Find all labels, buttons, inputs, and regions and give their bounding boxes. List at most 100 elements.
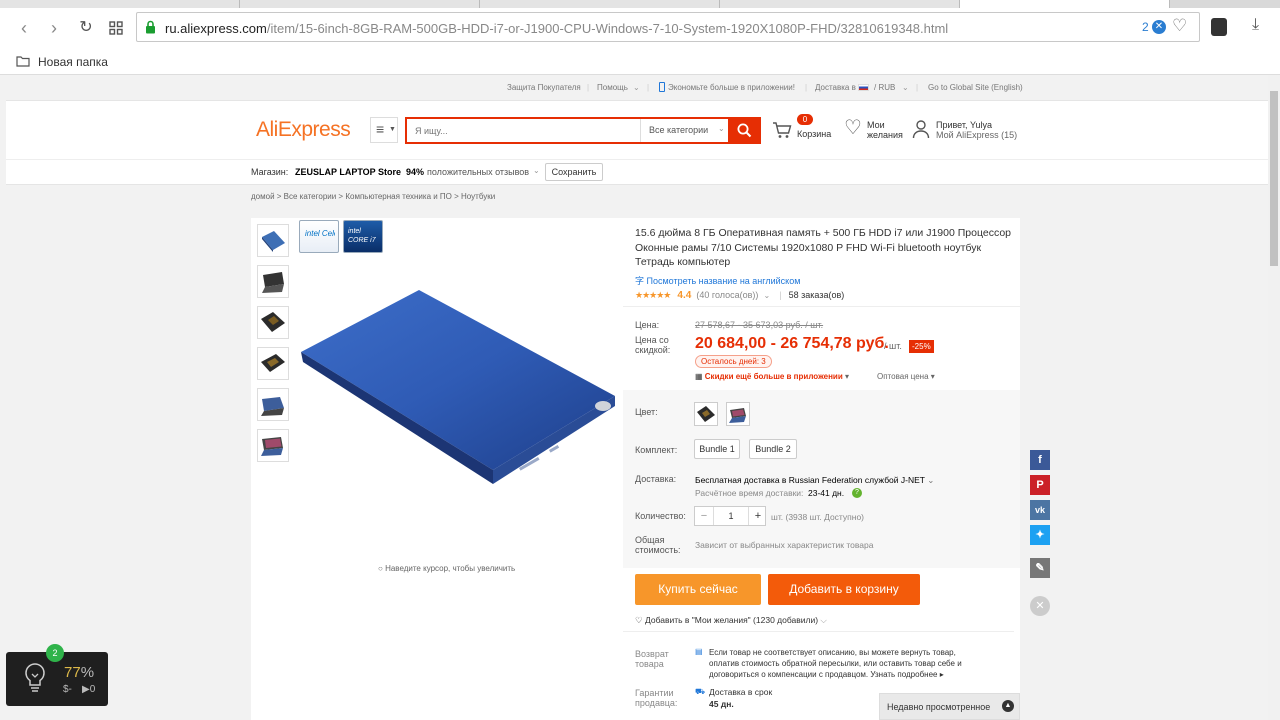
apps-grid-icon[interactable]	[106, 18, 126, 38]
quantity-input[interactable]: 1	[713, 507, 749, 525]
search-input[interactable]	[407, 119, 639, 142]
buy-now-button[interactable]: Купить сейчас	[635, 574, 761, 605]
intel-celeron-text: intel Celeron	[305, 229, 335, 238]
aliexpress-logo[interactable]: AliExpress	[256, 118, 351, 142]
save-store-button[interactable]: Сохранить	[545, 163, 603, 181]
return-label-1: Возврат	[635, 649, 669, 659]
bundle-1-option[interactable]: Bundle 1	[694, 439, 740, 459]
add-to-cart-button[interactable]: Добавить в корзину	[768, 574, 920, 605]
recently-viewed-label: Недавно просмотренное	[887, 702, 991, 712]
color-swatch-black	[697, 406, 715, 422]
app-discount-link[interactable]: ▦ Скидки ещё больше в приложении ▾	[695, 372, 849, 381]
feedback-percent: 94%	[406, 167, 425, 177]
tab[interactable]	[240, 0, 480, 8]
web-page: Защита Покупателя | Помощь ⌄ | Экономьте…	[6, 75, 1268, 720]
scrollbar-thumb[interactable]	[1270, 91, 1278, 266]
intel-celeron-badge: intel Celeron	[299, 220, 339, 253]
tab[interactable]	[0, 0, 240, 8]
thumbnail[interactable]	[257, 347, 289, 380]
tab-active[interactable]	[960, 0, 1170, 8]
category-select-label: Все категории	[649, 125, 709, 135]
chevron-up-icon: ▲	[1002, 700, 1014, 712]
search-bar: Все категории ⌄	[405, 117, 761, 144]
extension-icon[interactable]	[1211, 18, 1227, 36]
votes-count[interactable]: (40 голоса(ов))	[696, 290, 758, 300]
delivery-option[interactable]: Бесплатная доставка в Russian Federation…	[695, 475, 934, 486]
color-option-1[interactable]	[694, 402, 718, 426]
color-label: Цвет:	[635, 407, 658, 417]
bundle-2-option[interactable]: Bundle 2	[749, 439, 797, 459]
ship-to-label[interactable]: Доставка в	[815, 83, 856, 92]
return-learn-more[interactable]: договориться о компенсации с продавцом. …	[709, 669, 944, 680]
top-nav: Защита Покупателя | Помощь ⌄ | Экономьте…	[6, 75, 1268, 101]
wholesale-link[interactable]: Оптовая цена ▾	[877, 372, 935, 381]
wholesale-text: Оптовая цена	[877, 372, 929, 381]
global-site-link[interactable]: Go to Global Site (English)	[928, 83, 1023, 92]
heart-bookmark-icon[interactable]: ♡	[1172, 16, 1187, 36]
forward-icon[interactable]: ›	[44, 18, 64, 38]
search-icon	[737, 123, 752, 138]
thumbnail[interactable]	[257, 429, 289, 462]
address-bar[interactable]: ru.aliexpress.com/item/15-6inch-8GB-RAM-…	[136, 12, 1200, 42]
thumbnail[interactable]	[257, 388, 289, 421]
translate-link[interactable]: 字 Посмотреть название на английском	[635, 274, 800, 287]
thumbnail[interactable]	[257, 306, 289, 339]
tab[interactable]	[720, 0, 960, 8]
cart-link[interactable]: 0 Корзина	[772, 114, 838, 145]
orders-count: 58 заказа(ов)	[788, 290, 845, 300]
facebook-share-icon[interactable]: f	[1030, 450, 1050, 470]
recently-viewed-bar[interactable]: Недавно просмотренное ▲	[879, 693, 1020, 720]
quantity-available: шт. (3938 шт. Доступно)	[771, 512, 865, 522]
buyer-protection-link[interactable]: Защита Покупателя	[507, 83, 581, 92]
delivery-time: 23-41 дн.	[808, 488, 845, 498]
return-text-2: оплатив стоимость обратной пересылки, ил…	[709, 659, 962, 668]
delivery-time-label: Расчётное время доставки:	[695, 488, 804, 498]
add-to-wishlist-link[interactable]: ♡ Добавить в "Мои желания" (1230 добавил…	[635, 615, 827, 626]
category-select[interactable]: Все категории ⌄	[640, 119, 728, 142]
product-title: 15.6 дюйма 8 ГБ Оперативная память + 500…	[635, 227, 1012, 268]
currency-label[interactable]: / RUB	[874, 83, 895, 92]
help-link[interactable]: Помощь	[597, 83, 628, 92]
total-label-2: стоимость:	[635, 545, 681, 555]
download-icon[interactable]: ⤓	[1252, 16, 1259, 34]
bookmark-folder[interactable]: Новая папка	[38, 55, 108, 69]
category-menu-button[interactable]: ≡ ▼	[370, 117, 398, 143]
product-main-image[interactable]	[297, 270, 627, 500]
add-to-wishlist-text: Добавить в "Мои желания" (1230 добавили)	[644, 615, 819, 625]
widget-right-text: ▶0	[82, 684, 96, 695]
close-share-icon[interactable]: ✕	[1030, 596, 1050, 616]
back-icon[interactable]: ‹	[14, 18, 34, 38]
product-card: intel Celeron intel CORE i7 ○ Наведите к…	[251, 218, 1020, 720]
greeting: Привет, Yulya	[936, 120, 993, 130]
rating-value: 4.4	[677, 290, 692, 301]
pinterest-share-icon[interactable]: P	[1030, 475, 1050, 495]
breadcrumb[interactable]: домой > Все категории > Компьютерная тех…	[251, 192, 495, 201]
reload-icon[interactable]: ↻	[76, 18, 96, 38]
twitter-share-icon[interactable]: ✦	[1030, 525, 1050, 545]
vk-share-icon[interactable]: vk	[1030, 500, 1050, 520]
edit-feedback-icon[interactable]: ✎	[1030, 558, 1050, 578]
old-price: 27 578,67 - 35 673,03 руб. / шт.	[695, 320, 824, 330]
total-note: Зависит от выбранных характеристик товар…	[695, 540, 874, 550]
return-label-2: товара	[635, 659, 664, 669]
account-link[interactable]: Привет, Yulya Мой AliExpress (15)	[912, 117, 1024, 147]
thumbnail[interactable]	[257, 265, 289, 298]
store-name[interactable]: ZEUSLAP LAPTOP Store	[295, 167, 401, 177]
help-question-icon[interactable]: ?	[852, 488, 862, 498]
app-discount-text: Скидки ещё больше в приложении	[704, 372, 843, 381]
quantity-increase-button[interactable]: +	[749, 507, 767, 525]
app-promo-link[interactable]: Экономьте больше в приложении!	[668, 83, 795, 92]
tab[interactable]	[480, 0, 720, 8]
guarantee-title: Доставка в срок	[709, 687, 773, 697]
folder-icon	[16, 56, 30, 67]
wishlist-link[interactable]: ♡ Мои желания	[844, 117, 906, 147]
thumbnail[interactable]	[257, 224, 289, 257]
page-scrollbar[interactable]	[1268, 75, 1280, 720]
zoom-hint: ○ Наведите курсор, чтобы увеличить	[378, 564, 515, 573]
browser-toolbar: ‹ › ↻ ru.aliexpress.com/item/15-6inch-8G…	[0, 8, 1280, 48]
user-icon	[912, 120, 930, 139]
color-option-2[interactable]	[726, 402, 750, 426]
adblock-icon[interactable]: ✕	[1152, 20, 1166, 34]
quantity-decrease-button[interactable]: −	[695, 507, 713, 525]
search-button[interactable]	[728, 117, 761, 144]
